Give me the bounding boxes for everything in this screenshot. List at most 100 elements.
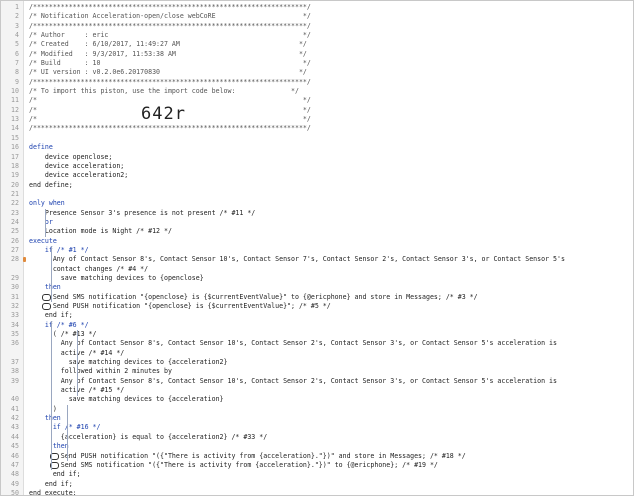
line-number: 21 xyxy=(11,189,19,198)
code-line: 8 /* UI version : v0.2.0e6.20170830 */ xyxy=(1,68,633,77)
line-text: /* Author : eric */ xyxy=(29,31,311,40)
code-line: 7 /* Build : 10 */ xyxy=(1,59,633,68)
code-line: 36 Any of Contact Sensor 8's, Contact Se… xyxy=(1,339,633,348)
line-text: Presence Sensor 3's presence is not pres… xyxy=(29,208,256,217)
line-text: /* Created : 6/10/2017, 11:49:27 AM */ xyxy=(29,40,307,49)
line-number: 5 xyxy=(15,40,19,49)
line-number: 19 xyxy=(11,171,19,180)
line-number: 50 xyxy=(11,488,19,496)
line-number: 28 xyxy=(11,255,19,264)
code-line: 39 Any of Contact Sensor 8's, Contact Se… xyxy=(1,377,633,386)
line-number: 25 xyxy=(11,227,19,236)
code-line: 40 save matching devices to {acceleratio… xyxy=(1,395,633,404)
code-line: 27 if /* #1 */ xyxy=(1,246,633,255)
code-line: 34 if /* #6 */ xyxy=(1,321,633,330)
code-line: 32 Send PUSH notification "{openclose} i… xyxy=(1,302,633,311)
line-text: end if; xyxy=(29,470,81,479)
code-line: 45 then xyxy=(1,442,633,451)
line-number: 31 xyxy=(11,292,19,301)
line-number: 27 xyxy=(11,245,19,254)
line-text: device acceleration2; xyxy=(29,171,129,180)
line-number: 37 xyxy=(11,358,19,367)
line-text: end if; xyxy=(29,479,73,488)
line-text: contact changes /* #4 */ xyxy=(29,264,149,273)
line-number: 32 xyxy=(11,302,19,310)
line-number: 10 xyxy=(11,87,19,96)
import-code: 642r xyxy=(141,104,186,125)
line-text: then xyxy=(29,283,61,292)
code-line: 47 Send SMS notification "({"There is ac… xyxy=(1,461,633,470)
line-number: 18 xyxy=(11,161,19,170)
line-number: 45 xyxy=(11,442,19,451)
line-text: if /* #16 */ xyxy=(29,423,101,432)
line-number: 11 xyxy=(11,96,19,105)
code-line: 23 Presence Sensor 3's presence is not p… xyxy=(1,209,633,218)
code-line: 19 device acceleration2; xyxy=(1,171,633,180)
code-line: 3 /**************************************… xyxy=(1,22,633,31)
code-line: 25 Location mode is Night /* #12 */ xyxy=(1,227,633,236)
line-text: save matching devices to {openclose} xyxy=(29,273,204,282)
code-line: 22 only when xyxy=(1,199,633,208)
line-number: 4 xyxy=(15,31,19,40)
line-number: 44 xyxy=(11,432,19,441)
line-text: end define; xyxy=(29,180,73,189)
code-line: 21 xyxy=(1,190,633,199)
line-number: 48 xyxy=(11,470,19,479)
line-number: 30 xyxy=(11,283,19,292)
code-line: 41 ) xyxy=(1,405,633,414)
line-text: /***************************************… xyxy=(29,77,311,86)
block-guide xyxy=(67,405,68,462)
code-line: active /* #15 */ xyxy=(1,386,633,395)
code-line: 26 execute xyxy=(1,237,633,246)
line-number: 3 xyxy=(15,21,19,30)
code-line: 9 /**************************************… xyxy=(1,78,633,87)
line-text: {acceleration} is equal to {acceleration… xyxy=(29,432,268,441)
line-text: device openclose; xyxy=(29,152,113,161)
line-text: save matching devices to {acceleration2} xyxy=(29,358,228,367)
line-number: 49 xyxy=(11,479,19,488)
code-line: 1 /**************************************… xyxy=(1,3,633,12)
line-text: define xyxy=(29,143,53,152)
code-line: contact changes /* #4 */ xyxy=(1,265,633,274)
line-text: save matching devices to {acceleration} xyxy=(29,395,224,404)
line-text: ( /* #13 */ xyxy=(29,330,97,339)
code-line: 28 Any of Contact Sensor 8's, Contact Se… xyxy=(1,255,633,264)
line-number: 29 xyxy=(11,273,19,282)
block-guide xyxy=(45,208,46,237)
line-text: Send PUSH notification "({"There is acti… xyxy=(29,451,466,460)
line-number: 14 xyxy=(11,124,19,133)
code-line: 24 or xyxy=(1,218,633,227)
code-line: 4 /* Author : eric */ xyxy=(1,31,633,40)
code-line: 13/* */642r xyxy=(1,105,633,124)
code-line: 46 Send PUSH notification "({"There is a… xyxy=(1,452,633,461)
code-line: 44 {acceleration} is equal to {accelerat… xyxy=(1,433,633,442)
code-line: 17 device openclose; xyxy=(1,153,633,162)
line-text: only when xyxy=(29,199,65,208)
code-line: 18 device acceleration; xyxy=(1,162,633,171)
line-number: 47 xyxy=(11,460,19,469)
code-line: 14 /*************************************… xyxy=(1,124,633,133)
line-text: end execute; xyxy=(29,488,77,496)
line-number: 13 xyxy=(11,115,19,124)
line-number: 24 xyxy=(11,217,19,226)
code-line: 10 /* To import this piston, use the impo… xyxy=(1,87,633,96)
line-text: /***************************************… xyxy=(29,3,311,11)
line-text: if /* #6 */ xyxy=(29,320,89,329)
line-number: 40 xyxy=(11,395,19,404)
line-text: Send SMS notification "({"There is activ… xyxy=(29,460,438,469)
block-guide xyxy=(51,246,52,303)
code-line: 5 /* Created : 6/10/2017, 11:49:27 AM */ xyxy=(1,40,633,49)
line-number: 6 xyxy=(15,49,19,58)
line-number: 16 xyxy=(11,143,19,152)
line-text: Send PUSH notification "{openclose} is {… xyxy=(29,302,331,310)
code-line: 30 then xyxy=(1,283,633,292)
line-text: /* Modified : 9/3/2017, 11:53:38 AM */ xyxy=(29,49,307,58)
code-line: 6 /* Modified : 9/3/2017, 11:53:38 AM */ xyxy=(1,50,633,59)
code-line: 37 save matching devices to {acceleratio… xyxy=(1,358,633,367)
line-text: /***************************************… xyxy=(29,124,311,133)
code-line: 29 save matching devices to {openclose} xyxy=(1,274,633,283)
line-number: 35 xyxy=(11,330,19,339)
line-number: 2 xyxy=(15,12,19,21)
code-line: 15 xyxy=(1,134,633,143)
line-number: 17 xyxy=(11,152,19,161)
